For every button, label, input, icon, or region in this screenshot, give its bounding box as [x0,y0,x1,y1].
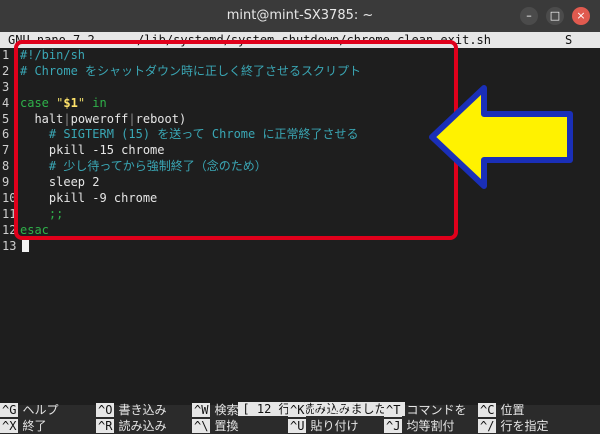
shortcut-key: ^T [384,403,403,417]
shortcut-key: ^K [288,403,307,417]
shortcut-item[interactable]: ^T コマンドを [384,402,466,418]
shortcut-label: 均等割付 [406,419,455,433]
shortcut-label: 読み込み [118,419,167,433]
shortcut-label: 貼り付け [310,419,359,433]
shortcut-key: ^/ [478,419,497,433]
shortcut-item[interactable]: ^G ヘルプ [0,402,58,418]
shortcut-item[interactable]: ^J 均等割付 [384,418,454,434]
shortcut-item[interactable]: ^W 検索 [192,402,238,418]
shortcut-label: ヘルプ [22,403,59,417]
shortcut-key: ^O [96,403,115,417]
shortcut-label: 位置 [500,403,525,417]
modified-flag: S [565,33,573,47]
shortcut-item[interactable]: ^O 書き込み [96,402,166,418]
shortcut-key: ^C [478,403,497,417]
shortcut-item[interactable]: ^X 終了 [0,418,46,434]
minimize-button[interactable]: – [520,7,538,25]
shortcut-item[interactable]: ^/行を指定 [478,418,548,434]
shortcut-item[interactable]: ^C 位置 [478,402,524,418]
maximize-button[interactable]: □ [546,7,564,25]
shortcut-item[interactable]: ^\ 置換 [192,418,238,434]
shortcut-item[interactable]: ^K 切り取り [288,402,358,418]
shortcut-key: ^X [0,419,19,433]
line-number: 13 [2,238,17,253]
terminal-window: mint@mint-SX3785: ~ – □ × GNU nano 7.2 /… [0,0,600,433]
shortcut-label: 終了 [22,419,47,433]
shortcut-key: ^\ [192,419,211,433]
highlight-box [14,40,458,240]
shortcut-key: ^R [96,419,115,433]
code-line[interactable]: 13 [0,238,600,255]
shortcut-label: 切り取り [310,403,359,417]
shortcut-item[interactable]: ^R 読み込み [96,418,166,434]
shortcut-label: 行を指定 [500,419,549,433]
text-cursor [22,238,29,252]
shortcut-key: ^G [0,403,19,417]
shortcut-key: ^J [384,419,403,433]
shortcut-label: コマンドを [406,403,467,417]
window-titlebar[interactable]: mint@mint-SX3785: ~ – □ × [0,0,600,32]
shortcut-item[interactable]: ^U 貼り付け [288,418,358,434]
shortcut-bar: ^G ヘルプ ^O 書き込み ^W 検索 ^K 切り取り ^T コマンドを ^C 位置 ^X 終了 ^R 読み… [0,402,600,434]
window-title: mint@mint-SX3785: ~ [226,8,374,23]
shortcut-label: 検索 [214,403,239,417]
shortcut-key: ^U [288,419,307,433]
shortcut-key: ^W [192,403,211,417]
shortcut-label: 置換 [214,419,239,433]
close-button[interactable]: × [572,7,590,25]
pointer-arrow-icon [429,85,573,189]
shortcut-label: 書き込み [118,403,167,417]
